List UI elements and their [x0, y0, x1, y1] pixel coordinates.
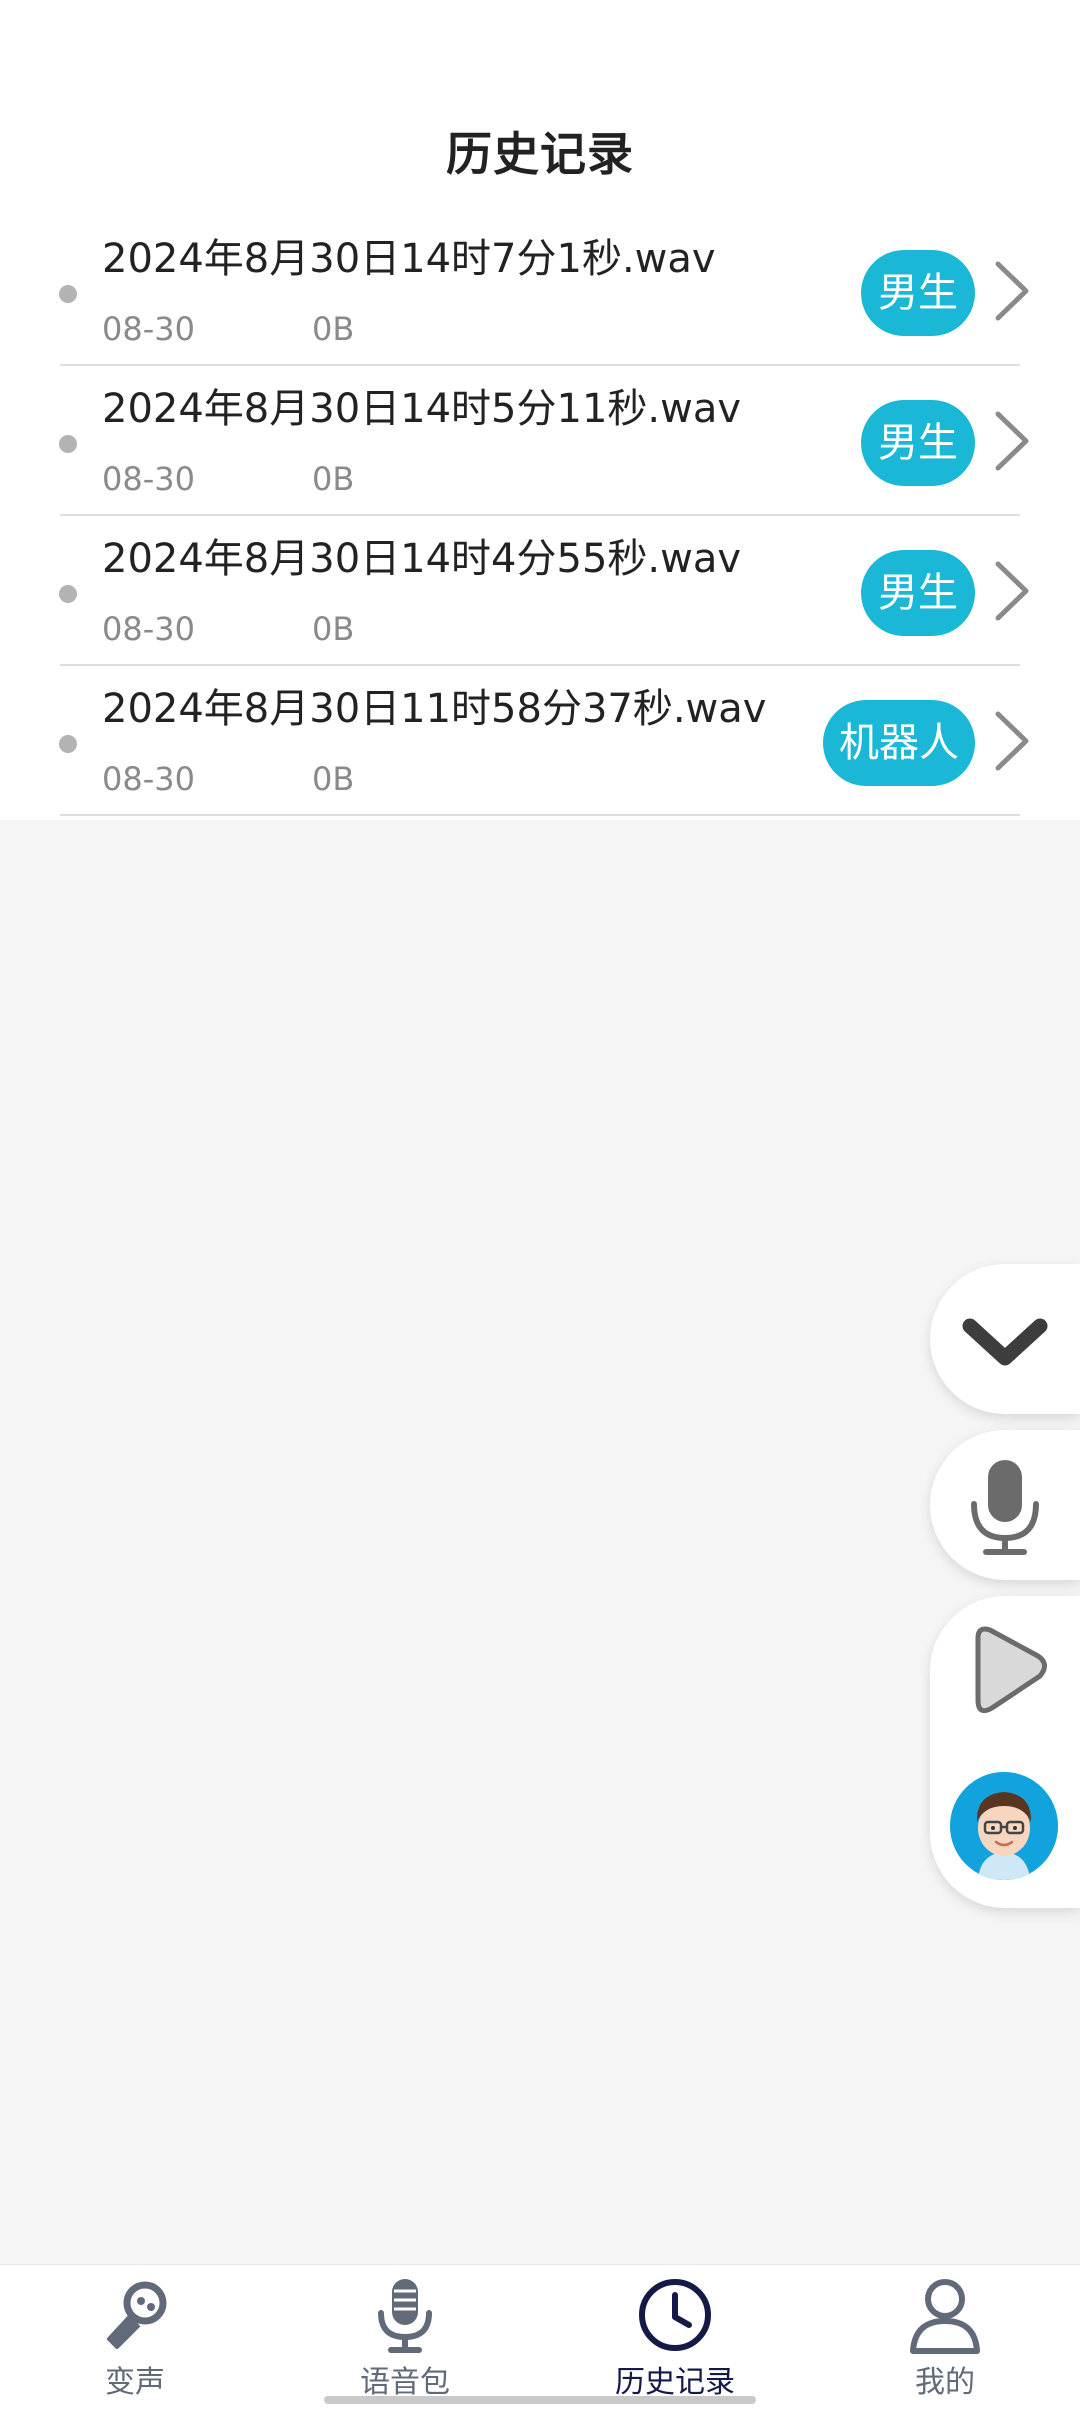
record-button[interactable]	[930, 1430, 1080, 1580]
floating-panel	[930, 1596, 1080, 1908]
file-size: 0B	[312, 610, 355, 648]
play-icon[interactable]	[930, 1596, 1080, 1746]
file-date: 08-30	[102, 610, 195, 648]
voice-type-badge: 男生	[861, 400, 975, 486]
voice-type-badge: 男生	[861, 550, 975, 636]
microphone-icon	[378, 2279, 432, 2353]
voice-type-badge: 机器人	[823, 700, 975, 786]
list-item[interactable]: 2024年8月30日14时7分1秒.wav 08-30 0B 男生	[0, 216, 1080, 366]
nav-item-profile[interactable]: 我的	[810, 2265, 1080, 2409]
nav-label: 变声	[105, 2365, 165, 2400]
nav-item-history[interactable]: 历史记录	[540, 2265, 810, 2409]
file-size: 0B	[312, 760, 355, 798]
bullet-dot	[59, 435, 77, 453]
file-date: 08-30	[102, 460, 195, 498]
voice-changer-mic-icon	[107, 2281, 167, 2349]
bottom-nav: 变声 语音包 历史记录 我的	[0, 2264, 1080, 2409]
microphone-icon	[971, 1460, 1039, 1555]
nav-label: 我的	[915, 2365, 975, 2400]
file-date: 08-30	[102, 760, 195, 798]
bullet-dot	[59, 735, 77, 753]
file-date: 08-30	[102, 310, 195, 348]
nav-item-voice-changer[interactable]: 变声	[0, 2265, 270, 2409]
bullet-dot	[59, 285, 77, 303]
chevron-right-icon[interactable]	[984, 408, 1038, 474]
file-name: 2024年8月30日14时4分55秒.wav	[102, 536, 742, 582]
home-indicator[interactable]	[324, 2396, 756, 2404]
bullet-dot	[59, 585, 77, 603]
file-size: 0B	[312, 310, 355, 348]
file-name: 2024年8月30日11时58分37秒.wav	[102, 686, 767, 732]
list-item[interactable]: 2024年8月30日14时5分11秒.wav 08-30 0B 男生	[0, 366, 1080, 516]
voice-type-badge: 男生	[861, 250, 975, 336]
file-name: 2024年8月30日14时5分11秒.wav	[102, 386, 742, 432]
file-size: 0B	[312, 460, 355, 498]
nav-label: 语音包	[360, 2365, 450, 2400]
collapse-button[interactable]	[930, 1264, 1080, 1414]
list-item[interactable]: 2024年8月30日11时58分37秒.wav 08-30 0B 机器人	[0, 666, 1080, 816]
page-title: 历史记录	[446, 127, 634, 181]
chevron-down-icon	[962, 1318, 1048, 1366]
chevron-right-icon[interactable]	[984, 258, 1038, 324]
avatar-boy-icon[interactable]	[950, 1772, 1058, 1880]
clock-icon	[639, 2279, 711, 2351]
list-item[interactable]: 2024年8月30日14时4分55秒.wav 08-30 0B 男生	[0, 516, 1080, 666]
nav-item-voice-pack[interactable]: 语音包	[270, 2265, 540, 2409]
history-list: 2024年8月30日14时7分1秒.wav 08-30 0B 男生 2024年8…	[0, 216, 1080, 816]
chevron-right-icon[interactable]	[984, 558, 1038, 624]
content-area: 历史记录 2024年8月30日14时7分1秒.wav 08-30 0B 男生 2…	[0, 0, 1080, 820]
user-icon	[910, 2279, 980, 2354]
chevron-right-icon[interactable]	[984, 708, 1038, 774]
divider	[60, 814, 1020, 816]
file-name: 2024年8月30日14时7分1秒.wav	[102, 236, 716, 282]
nav-label: 历史记录	[615, 2365, 735, 2400]
